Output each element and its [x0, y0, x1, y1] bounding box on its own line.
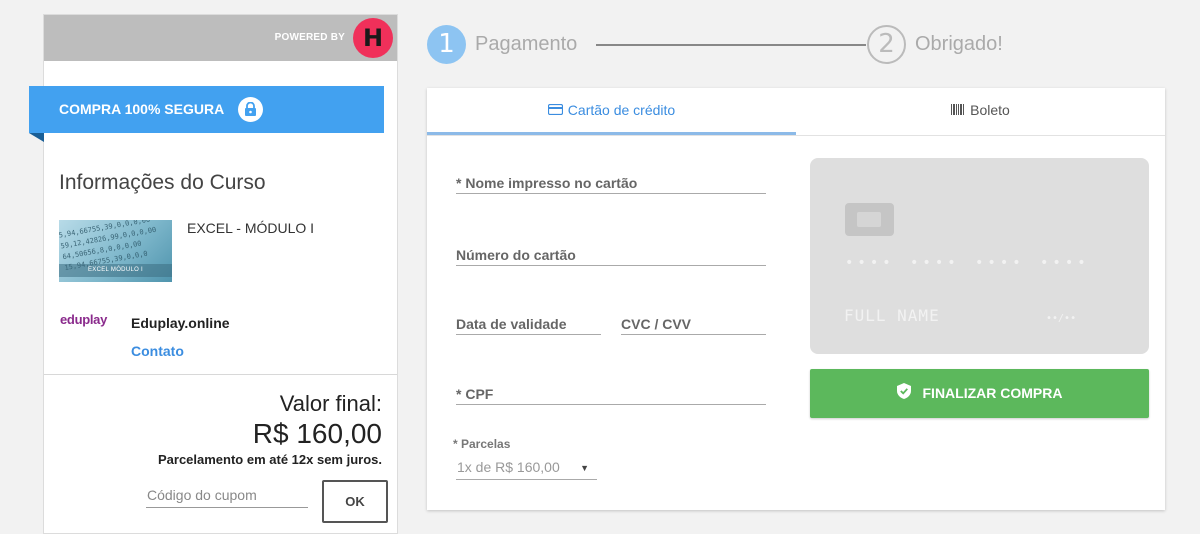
contact-link[interactable]: Contato: [131, 343, 184, 359]
final-price: R$ 160,00: [252, 418, 382, 449]
finish-purchase-label: FINALIZAR COMPRA: [922, 384, 1063, 401]
coupon-input[interactable]: [146, 482, 308, 508]
secure-purchase-banner: COMPRA 100% SEGURA: [29, 86, 384, 133]
course-thumbnail: 5,94,66755,39,0,0,0,00 59,12,42826,99,0,…: [59, 220, 172, 282]
step-2-label: Obrigado!: [915, 33, 1003, 55]
step-1-label: Pagamento: [475, 33, 578, 55]
chevron-down-icon: ▼: [580, 463, 589, 473]
card-preview: •••• •••• •••• •••• FULL NAME ••/••: [810, 158, 1149, 354]
step-connector: [596, 44, 866, 46]
tab-boleto-label: Boleto: [970, 102, 1010, 118]
powered-by-label: POWERED BY: [274, 32, 345, 43]
apply-coupon-button[interactable]: OK: [322, 480, 388, 523]
installments-select[interactable]: 1x de R$ 160,00 ▼: [456, 450, 597, 480]
hotmart-logo: H: [353, 18, 393, 58]
card-chip-icon: [845, 203, 894, 236]
divider: [44, 374, 397, 375]
step-1-indicator: 1: [427, 25, 466, 64]
barcode-icon: [951, 88, 965, 132]
tab-credit-card-label: Cartão de crédito: [567, 102, 676, 118]
step-2-indicator: 2: [867, 25, 906, 64]
expiry-field[interactable]: Data de validade: [456, 305, 601, 335]
card-number-label: Número do cartão: [456, 247, 576, 263]
secure-purchase-label: COMPRA 100% SEGURA: [59, 101, 225, 117]
course-info-title: Informações do Curso: [59, 171, 266, 194]
banner-fold: [29, 133, 44, 142]
payment-panel: Cartão de crédito Boleto * Nome impresso…: [427, 88, 1165, 510]
shield-check-icon: [896, 383, 911, 402]
cvc-label: CVC / CVV: [621, 316, 692, 332]
cvc-field[interactable]: CVC / CVV: [621, 305, 766, 335]
installments-label: * Parcelas: [453, 437, 511, 451]
expiry-label: Data de validade: [456, 316, 567, 332]
card-name-label: * Nome impresso no cartão: [456, 175, 638, 191]
course-name: EXCEL - MÓDULO I: [187, 220, 315, 236]
installments-note: Parcelamento em até 12x sem juros.: [157, 452, 382, 467]
tab-credit-card[interactable]: Cartão de crédito: [427, 88, 796, 135]
card-number-group: ••••: [910, 255, 960, 271]
lock-icon: [238, 97, 263, 122]
thumbnail-caption: EXCEL MÓDULO I: [88, 267, 143, 273]
cpf-field[interactable]: * CPF: [456, 375, 766, 405]
producer-name: Eduplay.online: [131, 315, 230, 331]
installments-value: 1x de R$ 160,00: [457, 459, 560, 475]
tab-separator: [427, 135, 1165, 136]
card-holder-name: FULL NAME: [844, 306, 940, 325]
eduplay-logo: eduplay: [60, 312, 108, 327]
final-value-label: Valor final:: [279, 391, 382, 416]
card-expiry: ••/••: [1046, 313, 1077, 324]
card-name-field[interactable]: * Nome impresso no cartão: [456, 164, 766, 194]
card-number-group: ••••: [975, 255, 1025, 271]
card-number-group: ••••: [1040, 255, 1090, 271]
card-number-field[interactable]: Número do cartão: [456, 236, 766, 266]
finish-purchase-button[interactable]: FINALIZAR COMPRA: [810, 369, 1149, 418]
card-number-group: ••••: [845, 255, 895, 271]
cpf-label: * CPF: [456, 386, 494, 402]
credit-card-icon: [547, 88, 563, 132]
powered-by-bar: POWERED BY H: [44, 15, 397, 61]
order-summary-sidebar: POWERED BY H COMPRA 100% SEGURA Informaç…: [29, 14, 398, 534]
tab-boleto[interactable]: Boleto: [796, 88, 1165, 135]
